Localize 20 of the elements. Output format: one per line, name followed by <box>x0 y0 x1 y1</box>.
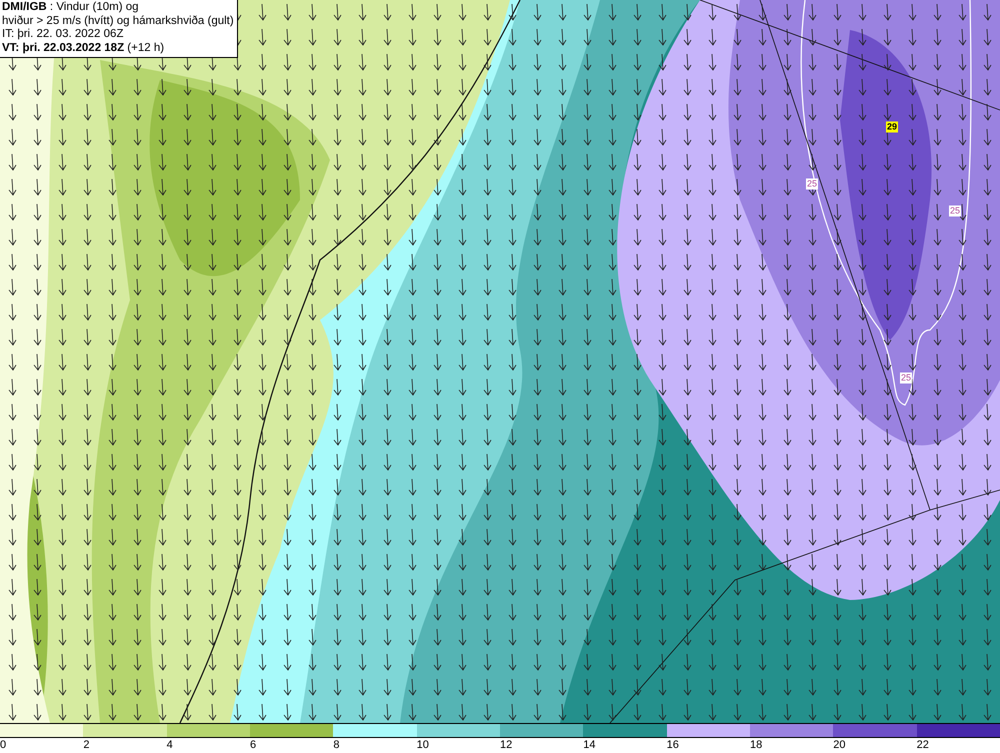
header-line: hviður > 25 m/s (hvítt) og hámarkshviða (gult) <box>2 14 234 28</box>
legend-tick-label: 22 <box>916 738 929 753</box>
legend-tick-label: 10 <box>416 738 429 753</box>
header-line: DMI/IGB : Vindur (10m) og <box>2 1 140 14</box>
legend-tick-label: 4 <box>166 738 173 753</box>
legend-tick-label: 6 <box>250 738 256 753</box>
legend-tick-label: 16 <box>666 738 679 753</box>
contour-label: 29 <box>886 122 898 132</box>
legend-tick-label: 2 <box>83 738 90 753</box>
legend-tick-label: 20 <box>833 738 846 753</box>
contour-label: 25 <box>949 206 961 216</box>
legend-tick-label: 18 <box>750 738 762 753</box>
contour-label: 25 <box>806 178 818 190</box>
header-line: IT: þri. 22. 03. 2022 06Z <box>2 28 124 42</box>
header-line: VT: þri. 22.03.2022 18Z (+12 h) <box>2 42 166 55</box>
contour-label: 25 <box>900 372 912 384</box>
legend-tick-label: 14 <box>583 738 596 753</box>
legend-tick-label: 12 <box>500 738 512 753</box>
legend-tick-label: 8 <box>333 738 340 753</box>
legend-tick-label: 0 <box>0 738 6 753</box>
